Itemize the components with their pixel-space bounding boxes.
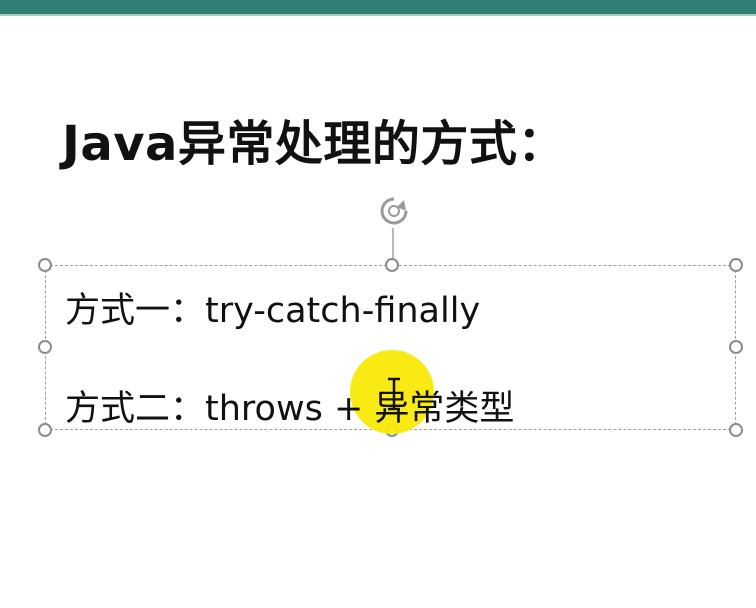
resize-handle-middle-left[interactable] — [38, 340, 52, 354]
resize-handle-top-right[interactable] — [729, 258, 743, 272]
resize-handle-top-center[interactable] — [385, 258, 399, 272]
slide-top-bar — [0, 0, 756, 14]
slide-top-divider — [0, 14, 756, 16]
resize-handle-top-left[interactable] — [38, 258, 52, 272]
resize-handle-bottom-right[interactable] — [729, 423, 743, 437]
method-two-text: throws + 异常类型 — [205, 389, 515, 429]
slide-title[interactable]: Java异常处理的方式： — [62, 104, 566, 174]
method-one-line[interactable]: 方式一：try-catch-finally — [65, 282, 480, 333]
method-one-text: try-catch-finally — [205, 291, 481, 331]
rotate-icon[interactable] — [375, 192, 413, 230]
slide-canvas: Java异常处理的方式： 方式一：try-catch-finally 方式二：t… — [0, 0, 756, 608]
method-one-label: 方式一： — [65, 291, 206, 331]
resize-handle-middle-right[interactable] — [729, 340, 743, 354]
method-two-line[interactable]: 方式二：throws + 异常类型 — [65, 380, 514, 431]
resize-handle-bottom-left[interactable] — [38, 423, 52, 437]
method-two-label: 方式二： — [65, 389, 206, 429]
